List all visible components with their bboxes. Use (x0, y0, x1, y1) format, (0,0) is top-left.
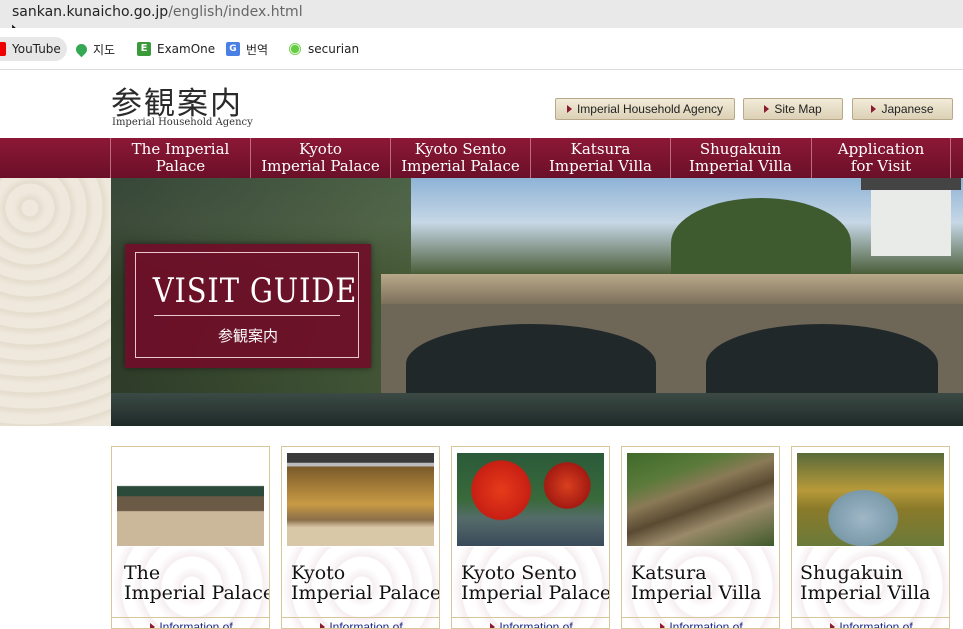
card-title-line2: Imperial Palace (124, 582, 270, 604)
nav-label-line2: Imperial Villa (688, 157, 792, 175)
card-photo[interactable] (287, 453, 434, 546)
card-title-line2: Imperial Villa (800, 582, 931, 604)
visit-guide-frame: VISIT GUIDE 参観案内 (135, 252, 359, 358)
card-imperial-palace[interactable]: The Imperial Palace Information of (111, 446, 270, 629)
nav-label-line2: Imperial Palace (261, 157, 380, 175)
card-kyoto-imperial-palace[interactable]: Kyoto Imperial Palace Information of (281, 446, 440, 629)
arrow-right-icon (566, 105, 572, 113)
card-title-line2: Imperial Palace (291, 582, 440, 604)
nav-kyoto-imperial-palace[interactable]: Kyoto Imperial Palace (250, 138, 390, 178)
nav-kyoto-sento-imperial-palace[interactable]: Kyoto Sento Imperial Palace (390, 138, 530, 178)
visit-guide-subtitle: 参観案内 (217, 327, 278, 345)
card-info-link[interactable]: Information of (452, 617, 609, 629)
visit-guide-title: VISIT GUIDE (152, 271, 358, 311)
card-title-line1: Kyoto (291, 562, 346, 584)
examone-icon: E (137, 42, 151, 56)
card-info-label: Information of (159, 620, 233, 629)
card-info-link[interactable]: Information of (112, 617, 269, 629)
photo-bridge-railing (381, 274, 963, 304)
card-shugakuin-imperial-villa[interactable]: Shugakuin Imperial Villa Information of (791, 446, 950, 629)
card-info-label: Information of (499, 620, 573, 629)
visit-guide-panel: VISIT GUIDE 参観案内 (125, 244, 371, 368)
card-title-line1: Kyoto Sento (461, 562, 577, 584)
nav-label-line2: for Visit (850, 157, 912, 175)
bookmark-youtube[interactable]: YouTube (0, 37, 67, 61)
main-nav: The Imperial Palace Kyoto Imperial Palace … (0, 138, 963, 178)
card-info-label: Information of (839, 620, 913, 629)
visit-guide-divider (154, 315, 340, 316)
bookmark-examone[interactable]: E ExamOne (137, 37, 215, 61)
photo-castle-tower (861, 178, 961, 256)
card-title[interactable]: Katsura Imperial Villa (631, 563, 761, 603)
nav-imperial-palace[interactable]: The Imperial Palace (110, 138, 250, 178)
nav-label-line2: Imperial Palace (401, 157, 520, 175)
nav-label-line1: Katsura (570, 140, 631, 158)
arrow-right-icon (871, 105, 877, 113)
maps-icon (73, 41, 90, 57)
bookmark-maps[interactable]: 지도 (73, 37, 116, 61)
card-title[interactable]: Kyoto Sento Imperial Palace (461, 562, 610, 604)
arrow-right-icon (660, 623, 666, 628)
bookmark-label: securian (308, 42, 360, 56)
card-kyoto-sento-imperial-palace[interactable]: Kyoto Sento Imperial Palace Information o… (451, 446, 610, 629)
site-logo-english[interactable]: Imperial Household Agency (112, 117, 253, 128)
nav-label-line2: Palace (155, 157, 206, 175)
japanese-language-button[interactable]: Japanese (852, 98, 953, 120)
bookmark-translate[interactable]: G 번역 (226, 37, 268, 61)
arrow-right-icon (150, 623, 156, 628)
arrow-right-icon (764, 105, 770, 113)
card-photo[interactable] (797, 453, 944, 546)
card-info-link[interactable]: Information of (622, 617, 779, 629)
card-photo[interactable] (117, 453, 264, 546)
bookmark-securian[interactable]: securian (288, 37, 359, 61)
address-bar[interactable]: sankan.kunaicho.go.jp/english/index.html (0, 0, 963, 28)
url-path: /english/index.html (168, 4, 303, 20)
nav-label-line1: Application (837, 140, 925, 158)
bookmarks-bar: YouTube 지도 E ExamOne G 번역 securian (0, 28, 963, 70)
card-info-label: Information of (329, 620, 403, 629)
card-info-label: Information of (669, 620, 743, 629)
card-title-line1: The (124, 562, 161, 584)
bookmark-label: 번역 (246, 42, 269, 57)
nav-application-for-visit[interactable]: Application for Visit (811, 138, 951, 178)
nav-katsura-imperial-villa[interactable]: Katsura Imperial Villa (530, 138, 670, 178)
card-photo[interactable] (627, 453, 774, 546)
button-label: Site Map (774, 102, 822, 116)
securian-icon (288, 42, 302, 56)
card-katsura-imperial-villa[interactable]: Katsura Imperial Villa Information of (621, 446, 780, 629)
card-info-link[interactable]: Information of (792, 617, 949, 629)
card-photo[interactable] (457, 453, 604, 546)
photo-bridge-arch (381, 304, 681, 404)
card-title-line1: Katsura (631, 562, 707, 584)
arrow-right-icon (320, 623, 326, 628)
site-map-button[interactable]: Site Map (743, 98, 843, 120)
nav-label-line1: Shugakuin (699, 140, 782, 158)
button-label: Japanese (881, 102, 934, 116)
bookmark-label: ExamOne (157, 42, 216, 56)
nav-label-line1: The Imperial (131, 140, 230, 158)
nav-label-line2: Imperial Villa (548, 157, 652, 175)
button-label: Imperial Household Agency (576, 102, 724, 116)
nav-shugakuin-imperial-villa[interactable]: Shugakuin Imperial Villa (670, 138, 810, 178)
arrow-right-icon (830, 623, 836, 628)
nav-label-line1: Kyoto Sento (414, 140, 507, 158)
url-host: sankan.kunaicho.go.jp (12, 4, 169, 20)
card-title[interactable]: Kyoto Imperial Palace (291, 562, 440, 604)
bookmark-label: YouTube (12, 42, 61, 56)
bookmark-label: 지도 (93, 42, 116, 57)
nav-label-line1: Kyoto (299, 140, 342, 158)
arrow-right-icon (490, 623, 496, 628)
card-title-line1: Shugakuin (800, 562, 904, 584)
translate-icon: G (226, 42, 240, 56)
card-title[interactable]: Shugakuin Imperial Villa (800, 563, 930, 603)
url-text[interactable]: sankan.kunaicho.go.jp/english/index.html (12, 4, 303, 20)
card-info-link[interactable]: Information of (282, 617, 439, 629)
youtube-icon (0, 42, 6, 56)
card-title-line2: Imperial Palace (461, 582, 610, 604)
card-title[interactable]: The Imperial Palace (124, 562, 270, 604)
photo-bridge-arch (681, 304, 963, 404)
imperial-household-agency-button[interactable]: Imperial Household Agency (555, 98, 735, 120)
card-title-line2: Imperial Villa (631, 582, 762, 604)
photo-moat-water (111, 393, 963, 426)
